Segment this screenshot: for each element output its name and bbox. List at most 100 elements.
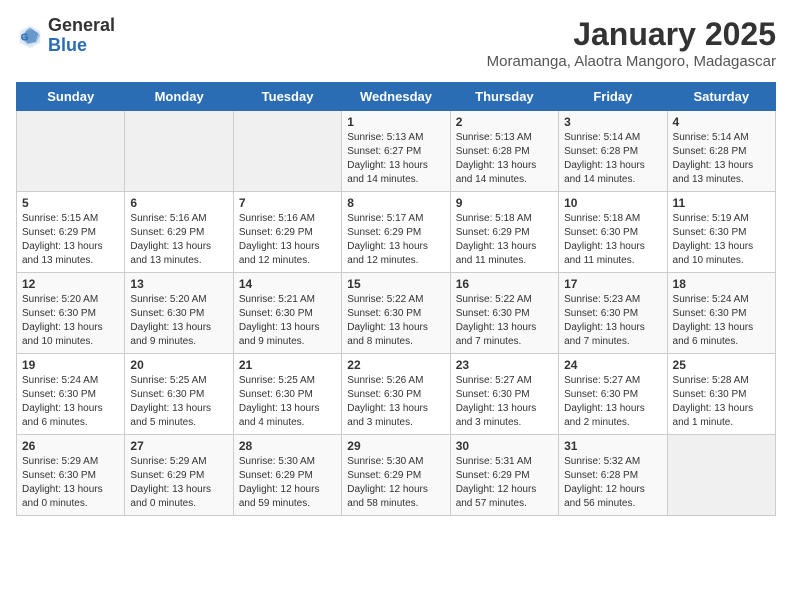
calendar-cell: 8 Sunrise: 5:17 AM Sunset: 6:29 PM Daylig… — [342, 192, 450, 273]
day-number: 12 — [22, 277, 119, 291]
logo-general-text: General — [48, 15, 115, 35]
day-number: 22 — [347, 358, 444, 372]
day-number: 29 — [347, 439, 444, 453]
day-number: 14 — [239, 277, 336, 291]
calendar-cell: 2 Sunrise: 5:13 AM Sunset: 6:28 PM Daylig… — [450, 111, 558, 192]
day-info: Sunrise: 5:15 AM Sunset: 6:29 PM Dayligh… — [22, 212, 119, 268]
calendar-cell: 16Sunrise: 5:22 AM Sunset: 6:30 PM Dayli… — [450, 273, 558, 354]
svg-text:G: G — [21, 32, 29, 43]
calendar-cell — [17, 111, 125, 192]
day-number: 20 — [130, 358, 227, 372]
calendar-cell: 17 Sunrise: 5:23 AM Sunset: 6:30 PM Dayli… — [559, 273, 667, 354]
weekday-header-saturday: Saturday — [667, 83, 775, 111]
day-number: 16 — [456, 277, 553, 291]
title-block: January 2025 Moramanga, Alaotra Mangoro,… — [487, 16, 776, 70]
day-info: Sunrise: 5:20 AM Sunset: 6:30 PM Dayligh… — [22, 293, 119, 349]
day-info: Sunrise: 5:24 AM Sunset: 6:30 PM Dayligh… — [673, 293, 770, 349]
logo-icon: G — [16, 22, 44, 50]
day-info: Sunrise: 5:13 AM Sunset: 6:28 PM Dayligh… — [456, 131, 553, 187]
day-info: Sunrise: 5:16 AM Sunset: 6:29 PM Dayligh… — [239, 212, 336, 268]
day-number: 3 — [564, 115, 661, 129]
weekday-header-row: SundayMondayTuesdayWednesdayThursdayFrid… — [17, 83, 776, 111]
day-info: Sunrise: 5:26 AM Sunset: 6:30 PM Dayligh… — [347, 374, 444, 430]
day-number: 10 — [564, 196, 661, 210]
calendar-cell: 19Sunrise: 5:24 AM Sunset: 6:30 PM Dayli… — [17, 354, 125, 435]
logo-blue-text: Blue — [48, 35, 87, 55]
weekday-header-thursday: Thursday — [450, 83, 558, 111]
calendar-cell — [125, 111, 233, 192]
calendar-cell: 13 Sunrise: 5:20 AM Sunset: 6:30 PM Dayli… — [125, 273, 233, 354]
day-number: 6 — [130, 196, 227, 210]
day-info: Sunrise: 5:31 AM Sunset: 6:29 PM Dayligh… — [456, 455, 553, 511]
day-info: Sunrise: 5:17 AM Sunset: 6:29 PM Dayligh… — [347, 212, 444, 268]
day-number: 4 — [673, 115, 770, 129]
calendar-cell: 11 Sunrise: 5:19 AM Sunset: 6:30 PM Dayli… — [667, 192, 775, 273]
calendar-cell: 12 Sunrise: 5:20 AM Sunset: 6:30 PM Dayli… — [17, 273, 125, 354]
calendar-cell: 28Sunrise: 5:30 AM Sunset: 6:29 PM Dayli… — [233, 435, 341, 516]
weekday-header-sunday: Sunday — [17, 83, 125, 111]
calendar-cell: 10 Sunrise: 5:18 AM Sunset: 6:30 PM Dayli… — [559, 192, 667, 273]
calendar-cell: 31Sunrise: 5:32 AM Sunset: 6:28 PM Dayli… — [559, 435, 667, 516]
calendar-cell: 22 Sunrise: 5:26 AM Sunset: 6:30 PM Dayli… — [342, 354, 450, 435]
calendar-cell: 30 Sunrise: 5:31 AM Sunset: 6:29 PM Dayli… — [450, 435, 558, 516]
calendar-cell: 1 Sunrise: 5:13 AM Sunset: 6:27 PM Daylig… — [342, 111, 450, 192]
calendar-cell — [233, 111, 341, 192]
day-number: 21 — [239, 358, 336, 372]
calendar-cell: 7 Sunrise: 5:16 AM Sunset: 6:29 PM Daylig… — [233, 192, 341, 273]
day-info: Sunrise: 5:25 AM Sunset: 6:30 PM Dayligh… — [130, 374, 227, 430]
weekday-header-friday: Friday — [559, 83, 667, 111]
day-number: 24 — [564, 358, 661, 372]
day-info: Sunrise: 5:22 AM Sunset: 6:30 PM Dayligh… — [347, 293, 444, 349]
calendar-table: SundayMondayTuesdayWednesdayThursdayFrid… — [16, 82, 776, 516]
calendar-cell: 5Sunrise: 5:15 AM Sunset: 6:29 PM Daylig… — [17, 192, 125, 273]
day-info: Sunrise: 5:23 AM Sunset: 6:30 PM Dayligh… — [564, 293, 661, 349]
day-info: Sunrise: 5:18 AM Sunset: 6:29 PM Dayligh… — [456, 212, 553, 268]
logo: G General Blue — [16, 16, 115, 56]
week-row-1: 1 Sunrise: 5:13 AM Sunset: 6:27 PM Daylig… — [17, 111, 776, 192]
day-number: 26 — [22, 439, 119, 453]
weekday-header-wednesday: Wednesday — [342, 83, 450, 111]
day-number: 1 — [347, 115, 444, 129]
day-info: Sunrise: 5:19 AM Sunset: 6:30 PM Dayligh… — [673, 212, 770, 268]
day-number: 23 — [456, 358, 553, 372]
calendar-cell: 29 Sunrise: 5:30 AM Sunset: 6:29 PM Dayli… — [342, 435, 450, 516]
calendar-cell: 20 Sunrise: 5:25 AM Sunset: 6:30 PM Dayli… — [125, 354, 233, 435]
day-info: Sunrise: 5:27 AM Sunset: 6:30 PM Dayligh… — [456, 374, 553, 430]
day-info: Sunrise: 5:13 AM Sunset: 6:27 PM Dayligh… — [347, 131, 444, 187]
day-number: 13 — [130, 277, 227, 291]
day-info: Sunrise: 5:21 AM Sunset: 6:30 PM Dayligh… — [239, 293, 336, 349]
calendar-cell: 24 Sunrise: 5:27 AM Sunset: 6:30 PM Dayli… — [559, 354, 667, 435]
week-row-5: 26 Sunrise: 5:29 AM Sunset: 6:30 PM Dayli… — [17, 435, 776, 516]
page-header: G General Blue January 2025 Moramanga, A… — [16, 16, 776, 70]
month-title: January 2025 — [487, 16, 776, 53]
day-info: Sunrise: 5:25 AM Sunset: 6:30 PM Dayligh… — [239, 374, 336, 430]
calendar-cell: 4Sunrise: 5:14 AM Sunset: 6:28 PM Daylig… — [667, 111, 775, 192]
location-subtitle: Moramanga, Alaotra Mangoro, Madagascar — [487, 53, 776, 70]
day-info: Sunrise: 5:29 AM Sunset: 6:29 PM Dayligh… — [130, 455, 227, 511]
day-number: 11 — [673, 196, 770, 210]
day-number: 2 — [456, 115, 553, 129]
day-number: 31 — [564, 439, 661, 453]
calendar-cell: 23 Sunrise: 5:27 AM Sunset: 6:30 PM Dayli… — [450, 354, 558, 435]
day-info: Sunrise: 5:20 AM Sunset: 6:30 PM Dayligh… — [130, 293, 227, 349]
day-number: 25 — [673, 358, 770, 372]
calendar-cell: 25Sunrise: 5:28 AM Sunset: 6:30 PM Dayli… — [667, 354, 775, 435]
calendar-cell: 15 Sunrise: 5:22 AM Sunset: 6:30 PM Dayli… — [342, 273, 450, 354]
day-info: Sunrise: 5:24 AM Sunset: 6:30 PM Dayligh… — [22, 374, 119, 430]
day-info: Sunrise: 5:18 AM Sunset: 6:30 PM Dayligh… — [564, 212, 661, 268]
day-number: 30 — [456, 439, 553, 453]
calendar-cell: 3 Sunrise: 5:14 AM Sunset: 6:28 PM Daylig… — [559, 111, 667, 192]
day-info: Sunrise: 5:29 AM Sunset: 6:30 PM Dayligh… — [22, 455, 119, 511]
day-info: Sunrise: 5:30 AM Sunset: 6:29 PM Dayligh… — [239, 455, 336, 511]
day-info: Sunrise: 5:27 AM Sunset: 6:30 PM Dayligh… — [564, 374, 661, 430]
day-info: Sunrise: 5:30 AM Sunset: 6:29 PM Dayligh… — [347, 455, 444, 511]
calendar-cell: 21 Sunrise: 5:25 AM Sunset: 6:30 PM Dayli… — [233, 354, 341, 435]
calendar-cell: 18Sunrise: 5:24 AM Sunset: 6:30 PM Dayli… — [667, 273, 775, 354]
calendar-cell: 26 Sunrise: 5:29 AM Sunset: 6:30 PM Dayli… — [17, 435, 125, 516]
day-info: Sunrise: 5:14 AM Sunset: 6:28 PM Dayligh… — [564, 131, 661, 187]
day-number: 15 — [347, 277, 444, 291]
week-row-4: 19Sunrise: 5:24 AM Sunset: 6:30 PM Dayli… — [17, 354, 776, 435]
day-number: 7 — [239, 196, 336, 210]
day-number: 8 — [347, 196, 444, 210]
day-number: 17 — [564, 277, 661, 291]
